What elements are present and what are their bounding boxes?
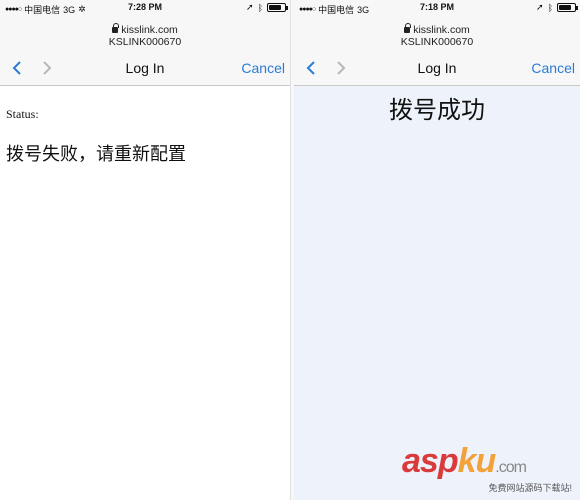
watermark-asp: asp xyxy=(402,442,459,480)
right-screen: ●●●●○ 中国电信 3G 7:18 PM ➚ ᛒ kisslink.com K… xyxy=(294,0,580,500)
status-message: 拨号失败，请重新配置 xyxy=(6,144,186,164)
cancel-button[interactable]: Cancel xyxy=(531,60,575,76)
network-name: KSLINK000670 xyxy=(108,36,182,48)
left-screen: ●●●●○ 中国电信 3G ✲ 7:28 PM ➚ ᛒ kisslink.com… xyxy=(0,0,290,500)
nav-bar: Log In Cancel xyxy=(294,54,580,82)
bluetooth-icon: ᛒ xyxy=(547,2,553,13)
network-name: KSLINK000670 xyxy=(400,36,474,48)
location-arrow-icon: ➚ xyxy=(536,2,544,12)
address-bar[interactable]: kisslink.com xyxy=(0,23,290,36)
success-message: 拨号成功 xyxy=(389,97,485,124)
nav-bar: Log In Cancel xyxy=(0,54,290,82)
status-label: Status: xyxy=(6,107,39,121)
browser-header: ●●●●○ 中国电信 3G 7:18 PM ➚ ᛒ kisslink.com K… xyxy=(294,0,580,86)
location-arrow-icon: ➚ xyxy=(246,2,254,12)
battery-icon xyxy=(557,3,578,12)
bluetooth-icon: ᛒ xyxy=(257,2,263,13)
url-text: kisslink.com xyxy=(121,24,178,36)
status-bar: ●●●●○ 中国电信 3G 7:18 PM ➚ ᛒ xyxy=(294,0,580,16)
lock-icon xyxy=(112,23,120,33)
watermark-ku: ku xyxy=(457,442,497,480)
battery-icon xyxy=(267,3,288,12)
lock-icon xyxy=(404,23,412,33)
browser-header: ●●●●○ 中国电信 3G ✲ 7:28 PM ➚ ᛒ kisslink.com… xyxy=(0,0,290,86)
cancel-button[interactable]: Cancel xyxy=(241,60,285,76)
status-bar: ●●●●○ 中国电信 3G ✲ 7:28 PM ➚ ᛒ xyxy=(0,0,290,16)
watermark-tagline: 免费网站源码下载站! xyxy=(488,483,572,493)
site-watermark-logo: aspku.com 免费网站源码下载站! xyxy=(402,444,572,494)
url-text: kisslink.com xyxy=(413,24,470,36)
watermark-com: .com xyxy=(495,459,527,476)
address-bar[interactable]: kisslink.com xyxy=(294,23,580,36)
